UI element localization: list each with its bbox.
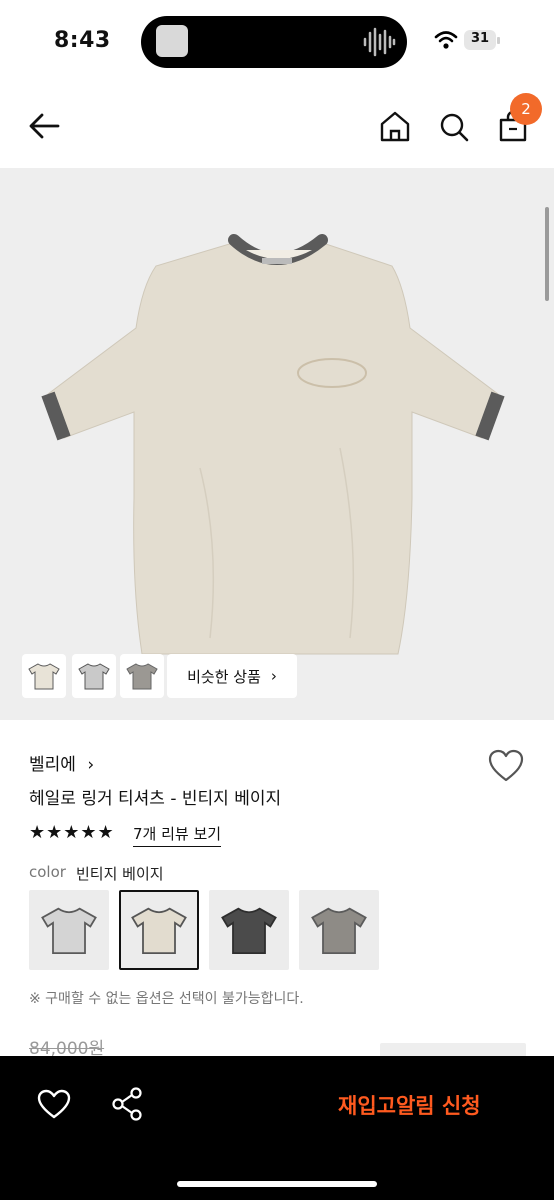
battery-tip (497, 37, 500, 44)
share-icon[interactable] (110, 1086, 144, 1122)
gray-tshirt-thumb-alt (126, 663, 158, 690)
swatch-shirt (41, 907, 97, 954)
brand-link[interactable]: 벨리에 › (29, 750, 94, 775)
search-icon[interactable] (433, 106, 475, 148)
cart-count-badge: 2 (510, 93, 542, 125)
similar-products-label: 비슷한 상품 (187, 667, 261, 686)
brand-name: 벨리에 (29, 755, 76, 775)
color-value: 빈티지 베이지 (76, 865, 164, 883)
color-swatch[interactable] (29, 890, 109, 970)
back-arrow-icon[interactable] (24, 106, 68, 146)
product-name: 헤일로 링거 티셔츠 - 빈티지 베이지 (29, 789, 282, 809)
similar-products-button[interactable]: 비슷한 상품 › (167, 654, 297, 698)
swatch-shirt (131, 907, 187, 954)
gray-tshirt-thumb (78, 663, 110, 690)
scroll-indicator (545, 207, 549, 301)
gallery-thumb-3[interactable] (120, 654, 164, 698)
home-indicator (177, 1181, 377, 1187)
swatch-shirt (311, 907, 367, 954)
gallery-thumb-2[interactable] (72, 654, 116, 698)
tshirt-illustration (41, 234, 505, 655)
review-link[interactable]: 7개 리뷰 보기 (133, 823, 222, 847)
home-icon[interactable] (374, 106, 416, 148)
gallery-thumb-1[interactable] (22, 654, 66, 698)
restock-alert-button[interactable]: 재입고알림 신청 (338, 1090, 481, 1120)
wifi-icon (434, 31, 458, 49)
product-image[interactable] (0, 168, 554, 720)
status-time: 8:43 (54, 28, 111, 53)
battery-level: 31 (470, 31, 490, 46)
bottom-action-bar (0, 1056, 554, 1200)
audio-wave-icon (363, 27, 396, 57)
chevron-right-icon: › (87, 755, 95, 775)
chevron-right-icon: › (270, 667, 277, 685)
color-swatch[interactable] (299, 890, 379, 970)
heart-icon[interactable] (486, 747, 526, 785)
color-label: color (29, 863, 66, 881)
heart-icon[interactable] (36, 1088, 72, 1120)
coupon-chip[interactable] (380, 1043, 526, 1057)
color-swatch[interactable] (209, 890, 289, 970)
now-playing-artwork (156, 25, 188, 57)
option-notice: ※ 구매할 수 없는 옵션은 선택이 불가능합니다. (29, 991, 304, 1007)
swatch-shirt (221, 907, 277, 954)
rating-stars: ★★★★★ (29, 822, 115, 843)
beige-tshirt-thumb (28, 663, 60, 690)
color-swatch-selected[interactable] (119, 890, 199, 970)
